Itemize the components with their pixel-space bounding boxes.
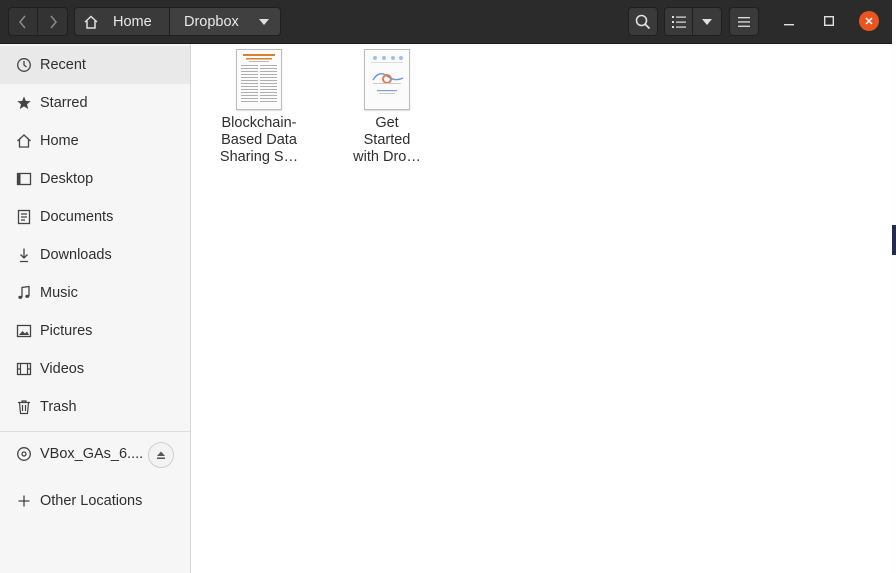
- back-button[interactable]: [8, 7, 38, 36]
- chevron-left-icon: [19, 15, 26, 28]
- clock-icon: [16, 57, 32, 73]
- close-icon: [865, 17, 873, 25]
- file-name-line: Get: [375, 115, 399, 131]
- sidebar-item-desktop[interactable]: Desktop: [0, 160, 190, 198]
- chevron-down-icon: [702, 18, 712, 25]
- eject-button[interactable]: [148, 442, 174, 468]
- close-button[interactable]: [858, 10, 880, 32]
- forward-button[interactable]: [38, 7, 68, 36]
- path-home-label: Home: [113, 13, 152, 30]
- sidebar-item-label: Starred: [40, 95, 88, 111]
- file-name-line: Blockchain-: [221, 115, 297, 131]
- maximize-icon: [824, 16, 834, 26]
- download-icon: [16, 247, 32, 263]
- close-circle: [859, 11, 879, 31]
- sidebar-item-label: Videos: [40, 361, 85, 377]
- star-icon: [16, 95, 32, 111]
- chevron-right-icon: [49, 15, 57, 28]
- sidebar-item-videos[interactable]: Videos: [0, 350, 190, 388]
- minimize-icon: [784, 24, 794, 26]
- sidebar-item-label: Other Locations: [40, 493, 143, 509]
- sidebar-item-label: Pictures: [40, 323, 93, 339]
- desktop-icon: [16, 171, 32, 187]
- chevron-down-icon: [258, 18, 269, 25]
- sidebar-separator: [0, 431, 190, 432]
- search-icon: [635, 14, 651, 29]
- background-window-edge: [892, 0, 896, 573]
- pdf-thumbnail: [236, 49, 282, 110]
- sidebar-item-recent[interactable]: Recent: [0, 46, 190, 84]
- sidebar-item-label: Music: [40, 285, 78, 301]
- minimize-button[interactable]: [778, 10, 800, 32]
- header-bar: Home Dropbox: [0, 0, 892, 44]
- sidebar-item-label: Downloads: [40, 247, 112, 263]
- search-button[interactable]: [628, 7, 658, 36]
- file-item[interactable]: Blockchain- Based Data Sharing S…: [204, 49, 314, 166]
- hamburger-menu-icon: [738, 16, 750, 27]
- sidebar-item-pictures[interactable]: Pictures: [0, 312, 190, 350]
- sidebar-item-starred[interactable]: Starred: [0, 84, 190, 122]
- background-window-edge-bar: [892, 225, 896, 255]
- path-segment-current[interactable]: Dropbox: [170, 7, 281, 36]
- sidebar-item-label: Documents: [40, 209, 114, 225]
- home-icon: [84, 14, 98, 29]
- file-view: Blockchain- Based Data Sharing S… Get St…: [191, 44, 892, 573]
- file-name: Get Started with Dro…: [339, 115, 435, 166]
- file-item[interactable]: Get Started with Dro…: [332, 49, 442, 166]
- file-name-line: Based Data: [221, 132, 297, 148]
- eject-icon: [157, 451, 165, 459]
- trash-icon: [16, 399, 32, 415]
- pdf-thumbnail: [364, 49, 410, 110]
- sidebar-item-downloads[interactable]: Downloads: [0, 236, 190, 274]
- path-bar: Home Dropbox: [74, 7, 281, 36]
- path-segment-home[interactable]: Home: [74, 7, 170, 36]
- document-icon: [16, 209, 32, 225]
- sidebar-item-music[interactable]: Music: [0, 274, 190, 312]
- sidebar-item-home[interactable]: Home: [0, 122, 190, 160]
- sidebar-item-other-locations[interactable]: Other Locations: [0, 482, 190, 520]
- view-options-button[interactable]: [693, 7, 722, 36]
- file-name-line: Sharing S…: [219, 149, 299, 165]
- sidebar-item-label: Trash: [40, 399, 77, 415]
- list-view-icon: [671, 15, 686, 28]
- file-name-line: with Dro…: [353, 149, 421, 165]
- path-current-label: Dropbox: [184, 13, 239, 30]
- disc-icon: [16, 446, 32, 462]
- maximize-button[interactable]: [818, 10, 840, 32]
- sidebar-item-label: Home: [40, 133, 79, 149]
- picture-icon: [16, 323, 32, 339]
- sidebar-item-label: Desktop: [40, 171, 94, 187]
- video-icon: [16, 361, 32, 377]
- plus-icon: [16, 493, 32, 509]
- view-toggle-group: [664, 7, 722, 36]
- file-manager-window: Home Dropbox Recent Starred Home Desktop…: [0, 0, 892, 573]
- file-name-line: Started: [363, 132, 411, 148]
- sidebar: Recent Starred Home Desktop Documents Do…: [0, 44, 191, 573]
- file-name: Blockchain- Based Data Sharing S…: [211, 115, 307, 166]
- main-menu-button[interactable]: [729, 7, 759, 36]
- navigation-buttons: [8, 7, 68, 36]
- home-icon: [16, 133, 32, 149]
- sidebar-item-documents[interactable]: Documents: [0, 198, 190, 236]
- list-view-button[interactable]: [664, 7, 693, 36]
- sidebar-item-trash[interactable]: Trash: [0, 388, 190, 426]
- sidebar-item-label: Recent: [40, 57, 86, 73]
- music-icon: [16, 285, 32, 301]
- sidebar-item-device[interactable]: VBox_GAs_6....: [0, 435, 190, 473]
- sidebar-item-label: VBox_GAs_6....: [40, 446, 144, 462]
